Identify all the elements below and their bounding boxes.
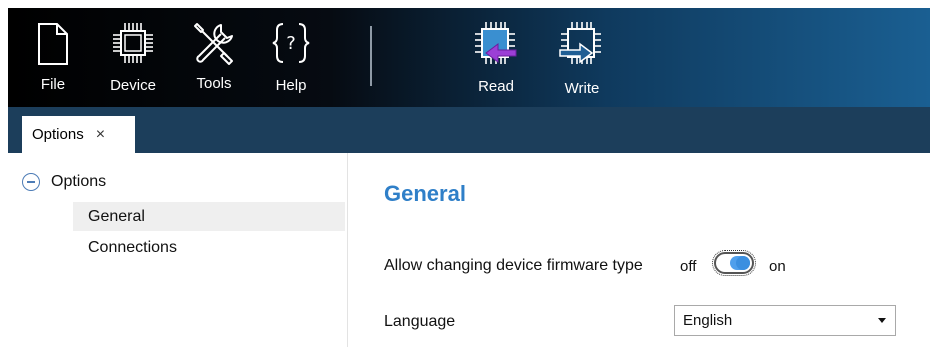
file-button[interactable]: File <box>28 8 78 107</box>
options-window: File Device Tools ? Help Read Write Opti… <box>8 8 930 347</box>
write-label: Write <box>564 80 600 97</box>
svg-text:?: ? <box>286 33 296 54</box>
tools-icon <box>194 23 233 65</box>
help-icon: ? <box>272 23 310 63</box>
tree-item-general[interactable]: General <box>73 202 345 231</box>
chip-icon <box>113 23 153 63</box>
tab-strip: Options × <box>8 107 930 153</box>
tree-root-label: Options <box>51 173 107 190</box>
file-label: File <box>40 76 66 93</box>
toggle-on-label: on <box>769 258 786 275</box>
options-tree: Options General Connections <box>8 153 348 347</box>
collapse-icon[interactable] <box>22 173 40 191</box>
read-chip-icon <box>475 22 517 64</box>
file-icon <box>38 23 68 65</box>
tools-label: Tools <box>196 75 232 92</box>
tab-options[interactable]: Options × <box>22 116 135 153</box>
tree-root-options[interactable]: Options <box>22 173 106 191</box>
language-label: Language <box>384 313 456 330</box>
language-value: English <box>683 312 733 329</box>
firmware-type-toggle[interactable] <box>712 250 756 276</box>
tab-options-label: Options <box>32 126 84 143</box>
close-icon[interactable]: × <box>96 126 105 143</box>
help-button[interactable]: ? Help <box>266 8 316 107</box>
tree-item-connections[interactable]: Connections <box>73 233 345 262</box>
toggle-off-label: off <box>680 258 697 275</box>
write-button[interactable]: Write <box>554 8 610 107</box>
settings-panel: General Allow changing device firmware t… <box>349 153 930 347</box>
read-button[interactable]: Read <box>468 8 524 107</box>
toolbar-separator <box>370 26 372 86</box>
firmware-type-label: Allow changing device firmware type <box>384 257 643 274</box>
toolbar: File Device Tools ? Help Read Write <box>8 8 930 107</box>
help-label: Help <box>275 77 307 94</box>
device-label: Device <box>110 77 156 94</box>
language-select[interactable]: English <box>674 305 896 336</box>
section-title: General <box>384 181 466 206</box>
read-label: Read <box>478 78 514 95</box>
chevron-down-icon <box>878 318 886 323</box>
toggle-knob <box>736 256 750 270</box>
write-chip-icon <box>559 22 601 64</box>
tools-button[interactable]: Tools <box>186 8 242 107</box>
device-button[interactable]: Device <box>98 8 168 107</box>
